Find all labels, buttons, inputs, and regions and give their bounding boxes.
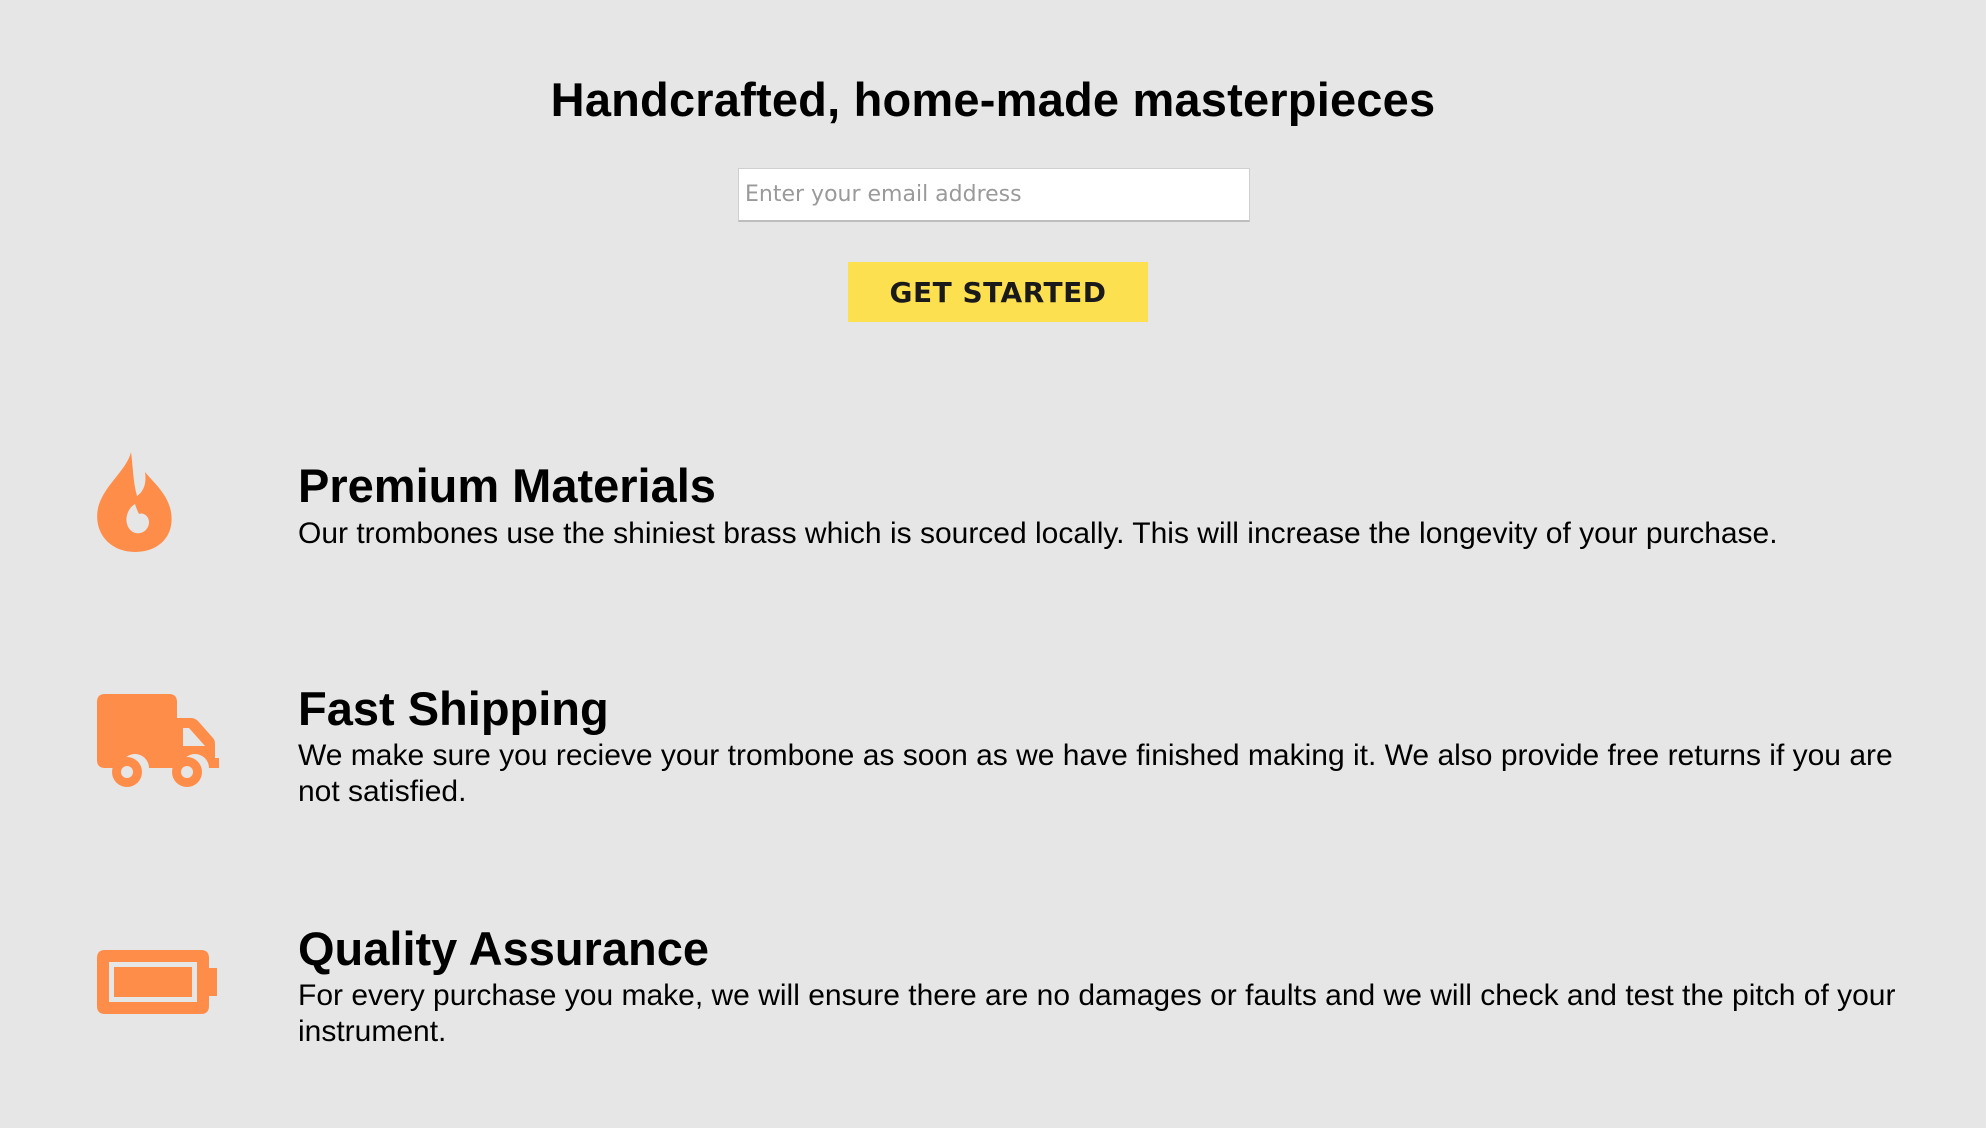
feature-title: Premium Materials [298, 459, 716, 512]
fire-icon [97, 452, 172, 552]
truck-icon [97, 694, 219, 787]
feature-description: For every purchase you make, we will ens… [298, 979, 1896, 1048]
hero-title: Handcrafted, home-made masterpieces [550, 73, 1436, 126]
feature-description: Our trombones use the shiniest brass whi… [298, 517, 1778, 550]
feature-description: We make sure you recieve your trombone a… [298, 739, 1893, 808]
email-input[interactable] [738, 168, 1250, 222]
get-started-button[interactable]: GET STARTED [848, 262, 1148, 322]
feature-title: Quality Assurance [298, 922, 709, 975]
landing-page: Handcrafted, home-made masterpieces GET … [0, 0, 1986, 1128]
feature-title: Fast Shipping [298, 682, 609, 735]
battery-full-icon [97, 950, 217, 1014]
